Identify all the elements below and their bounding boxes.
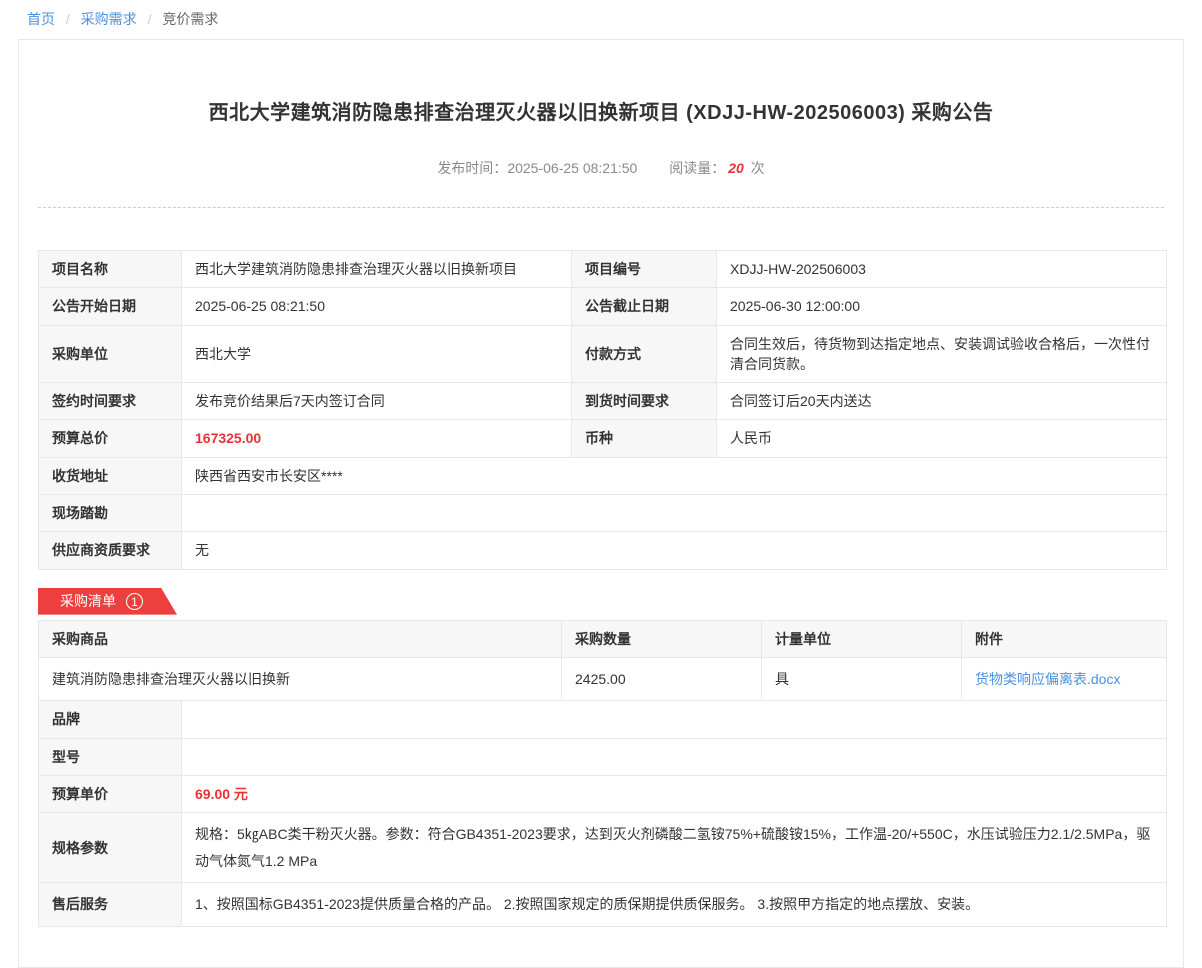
- table-row: 预算总价 167325.00 币种 人民币: [39, 420, 1167, 457]
- field-label: 供应商资质要求: [39, 532, 182, 569]
- field-value: 合同签订后20天内送达: [717, 383, 1167, 420]
- purchase-list-table: 采购商品 采购数量 计量单位 附件 建筑消防隐患排查治理灭火器以旧换新 2425…: [38, 620, 1167, 927]
- table-row: 公告开始日期 2025-06-25 08:21:50 公告截止日期 2025-0…: [39, 288, 1167, 325]
- column-header-unit: 计量单位: [762, 620, 962, 657]
- announcement-meta: 发布时间：2025-06-25 08:21:50 阅读量：20 次: [38, 158, 1164, 178]
- field-label: 预算单价: [39, 775, 182, 812]
- unit-price-value: 69.00 元: [182, 775, 1167, 812]
- field-label: 现场踏勘: [39, 495, 182, 532]
- purchase-list-badge-label: 采购清单: [60, 591, 116, 611]
- column-header-product: 采购商品: [39, 620, 562, 657]
- publish-time-label: 发布时间：: [437, 160, 507, 176]
- table-row: 预算单价 69.00 元: [39, 775, 1167, 812]
- field-label: 公告截止日期: [572, 288, 717, 325]
- view-count-label: 阅读量：: [669, 160, 725, 176]
- field-label: 收货地址: [39, 457, 182, 494]
- purchase-list-section-header: 采购清单 1: [38, 588, 1164, 615]
- field-value: XDJJ-HW-202506003: [717, 251, 1167, 288]
- table-row: 收货地址 陕西省西安市长安区****: [39, 457, 1167, 494]
- purchase-list-badge: 采购清单 1: [38, 588, 177, 615]
- column-header-quantity: 采购数量: [562, 620, 762, 657]
- field-label: 项目名称: [39, 251, 182, 288]
- breadcrumb-home-link[interactable]: 首页: [27, 11, 55, 27]
- badge-count-circle-icon: 1: [126, 593, 143, 610]
- breadcrumb-purchase-demand-link[interactable]: 采购需求: [81, 11, 137, 27]
- table-header-row: 采购商品 采购数量 计量单位 附件: [39, 620, 1167, 657]
- table-row: 规格参数 规格：5㎏ABC类干粉灭火器。参数：符合GB4351-2023要求，达…: [39, 813, 1167, 883]
- spec-params-value: 规格：5㎏ABC类干粉灭火器。参数：符合GB4351-2023要求，达到灭火剂磷…: [182, 813, 1167, 883]
- view-count-value: 20: [728, 160, 744, 176]
- page-title: 西北大学建筑消防隐患排查治理灭火器以旧换新项目 (XDJJ-HW-2025060…: [38, 96, 1164, 125]
- table-row: 签约时间要求 发布竞价结果后7天内签订合同 到货时间要求 合同签订后20天内送达: [39, 383, 1167, 420]
- view-count-unit: 次: [751, 160, 765, 176]
- field-value: 西北大学建筑消防隐患排查治理灭火器以旧换新项目: [182, 251, 572, 288]
- field-label: 签约时间要求: [39, 383, 182, 420]
- field-value: 2025-06-25 08:21:50: [182, 288, 572, 325]
- field-label: 付款方式: [572, 325, 717, 383]
- product-name: 建筑消防隐患排查治理灭火器以旧换新: [39, 657, 562, 700]
- field-value: 合同生效后，待货物到达指定地点、安装调试验收合格后，一次性付清合同货款。: [717, 325, 1167, 383]
- field-label: 到货时间要求: [572, 383, 717, 420]
- table-row: 现场踏勘: [39, 495, 1167, 532]
- publish-time-value: 2025-06-25 08:21:50: [507, 160, 637, 176]
- brand-value: [182, 701, 1167, 738]
- field-label: 项目编号: [572, 251, 717, 288]
- field-label: 币种: [572, 420, 717, 457]
- product-unit: 具: [762, 657, 962, 700]
- model-value: [182, 738, 1167, 775]
- column-header-attachment: 附件: [962, 620, 1167, 657]
- field-value: 陕西省西安市长安区****: [182, 457, 1167, 494]
- table-row: 供应商资质要求 无: [39, 532, 1167, 569]
- field-value: 西北大学: [182, 325, 572, 383]
- announcement-card: 西北大学建筑消防隐患排查治理灭火器以旧换新项目 (XDJJ-HW-2025060…: [18, 39, 1184, 968]
- field-value: 发布竞价结果后7天内签订合同: [182, 383, 572, 420]
- after-sales-value: 1、按照国标GB4351-2023提供质量合格的产品。 2.按照国家规定的质保期…: [182, 883, 1167, 926]
- budget-total-value: 167325.00: [182, 420, 572, 457]
- table-row: 项目名称 西北大学建筑消防隐患排查治理灭火器以旧换新项目 项目编号 XDJJ-H…: [39, 251, 1167, 288]
- breadcrumb-separator: /: [148, 11, 152, 27]
- dashed-divider: [38, 207, 1164, 208]
- table-row: 型号: [39, 738, 1167, 775]
- table-row: 品牌: [39, 701, 1167, 738]
- table-row: 采购单位 西北大学 付款方式 合同生效后，待货物到达指定地点、安装调试验收合格后…: [39, 325, 1167, 383]
- field-label: 公告开始日期: [39, 288, 182, 325]
- field-label: 规格参数: [39, 813, 182, 883]
- breadcrumb: 首页 / 采购需求 / 竞价需求: [0, 0, 1202, 35]
- table-row: 建筑消防隐患排查治理灭火器以旧换新 2425.00 具 货物类响应偏离表.doc…: [39, 657, 1167, 700]
- field-value: 2025-06-30 12:00:00: [717, 288, 1167, 325]
- breadcrumb-current-page: 竞价需求: [162, 11, 218, 27]
- field-value: 无: [182, 532, 1167, 569]
- product-quantity: 2425.00: [562, 657, 762, 700]
- field-label: 品牌: [39, 701, 182, 738]
- attachment-link[interactable]: 货物类响应偏离表.docx: [975, 671, 1120, 687]
- view-count: 阅读量：20 次: [669, 160, 764, 176]
- breadcrumb-separator: /: [66, 11, 70, 27]
- field-label: 预算总价: [39, 420, 182, 457]
- field-value: [182, 495, 1167, 532]
- field-label: 售后服务: [39, 883, 182, 926]
- field-label: 型号: [39, 738, 182, 775]
- publish-time: 发布时间：2025-06-25 08:21:50: [437, 160, 637, 176]
- table-row: 售后服务 1、按照国标GB4351-2023提供质量合格的产品。 2.按照国家规…: [39, 883, 1167, 926]
- project-info-table: 项目名称 西北大学建筑消防隐患排查治理灭火器以旧换新项目 项目编号 XDJJ-H…: [38, 250, 1167, 570]
- field-label: 采购单位: [39, 325, 182, 383]
- field-value: 人民币: [717, 420, 1167, 457]
